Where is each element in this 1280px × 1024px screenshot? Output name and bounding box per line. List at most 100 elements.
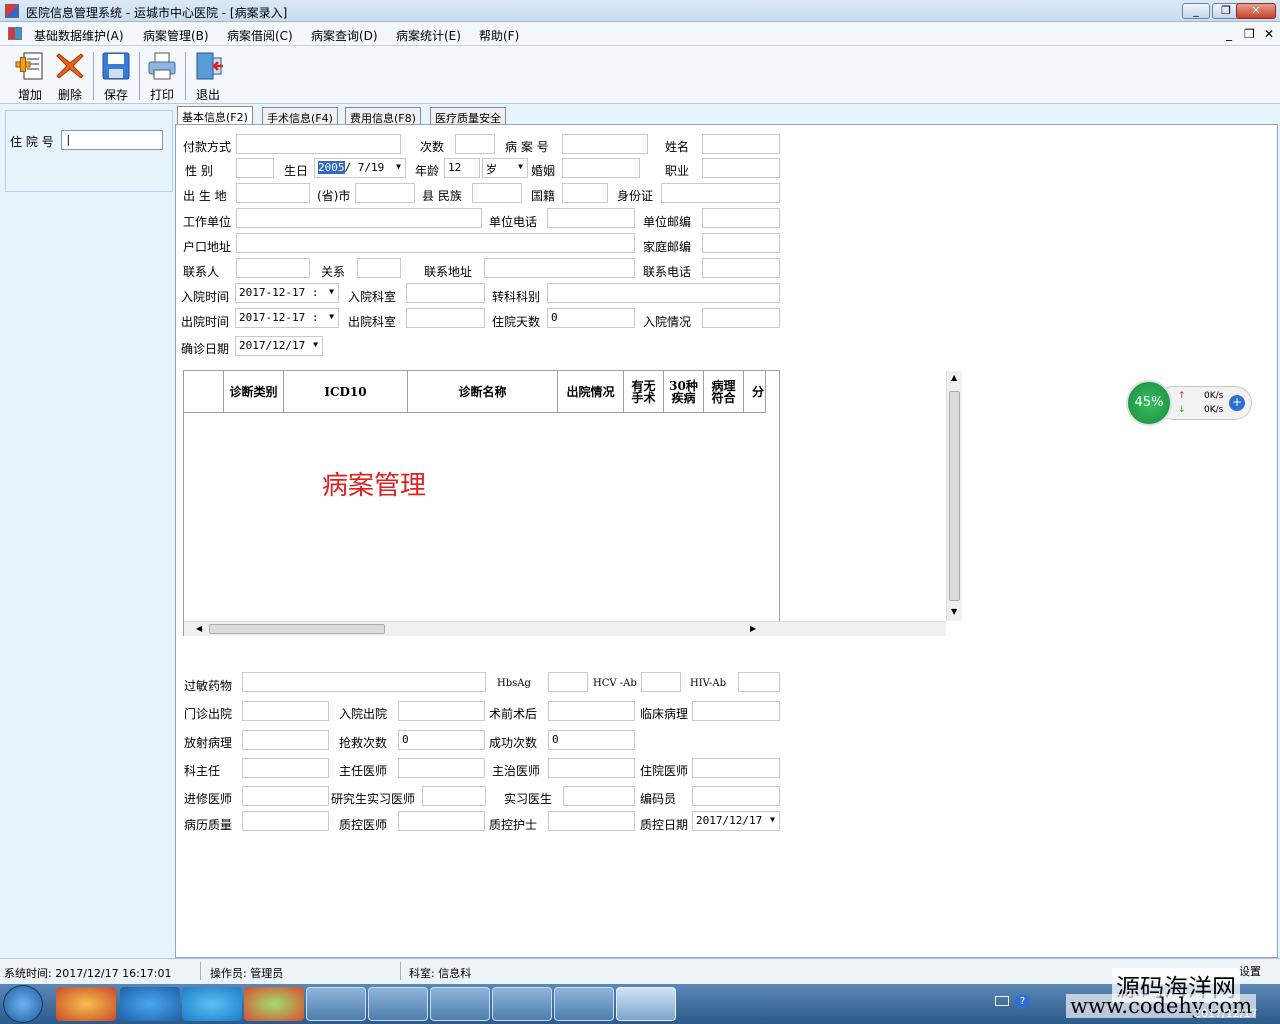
vertical-scroll-thumb[interactable] <box>949 391 960 601</box>
hbsag-input[interactable] <box>548 672 588 692</box>
qc-nurse-input[interactable] <box>548 811 635 831</box>
grid-vertical-scrollbar[interactable]: ▲ ▼ <box>946 371 962 621</box>
relation-input[interactable] <box>357 258 401 278</box>
hcv-input[interactable] <box>641 672 681 692</box>
tab-basic-info[interactable]: 基本信息(F2) <box>177 106 253 125</box>
attending-input[interactable] <box>548 758 635 778</box>
scroll-right-icon[interactable]: ▶ <box>750 624 756 633</box>
hiv-input[interactable] <box>738 672 780 692</box>
times-input[interactable] <box>455 134 495 154</box>
intern-input[interactable] <box>563 786 635 806</box>
success-input[interactable]: 0 <box>548 730 635 750</box>
child-close-icon[interactable]: ✕ <box>1264 27 1274 41</box>
age-input[interactable]: 12 <box>444 158 480 178</box>
nationality-input[interactable] <box>562 183 608 203</box>
exit-button[interactable]: 退出 <box>186 50 230 102</box>
tab-fee-info[interactable]: 费用信息(F8) <box>345 107 421 125</box>
menu-case-management[interactable]: 病案管理(B) <box>143 27 209 44</box>
grid-header-more[interactable]: 分 <box>744 371 766 413</box>
discharge-time-picker[interactable]: 2017-12-17 : ▼ <box>235 308 339 328</box>
taskbar-app-6[interactable] <box>368 987 428 1021</box>
case-no-input[interactable] <box>562 134 648 154</box>
tab-quality-safety[interactable]: 医疗质量安全 <box>430 107 506 125</box>
op-dis-input[interactable] <box>242 701 329 721</box>
admit-status-input[interactable] <box>702 308 780 328</box>
age-unit-select[interactable]: 岁 ▼ <box>482 158 528 178</box>
delete-button[interactable]: 删除 <box>48 50 92 102</box>
record-quality-input[interactable] <box>242 811 329 831</box>
taskbar-app-3[interactable] <box>182 987 242 1021</box>
taskbar-app-7[interactable] <box>430 987 490 1021</box>
minimize-button[interactable]: _ <box>1182 3 1210 19</box>
unit-postcode-input[interactable] <box>702 208 780 228</box>
transfer-dept-input[interactable] <box>547 283 780 303</box>
grid-header-discharge-status[interactable]: 出院情况 <box>558 371 624 413</box>
contact-input[interactable] <box>236 258 310 278</box>
rescue-input[interactable]: 0 <box>398 730 485 750</box>
contact-address-input[interactable] <box>484 258 635 278</box>
taskbar-app-active[interactable] <box>616 987 676 1021</box>
marriage-input[interactable] <box>562 158 640 178</box>
contact-phone-input[interactable] <box>702 258 780 278</box>
tab-surgery-info[interactable]: 手术信息(F4) <box>262 107 338 125</box>
horizontal-scroll-thumb[interactable] <box>209 624 385 634</box>
close-button[interactable]: ✕ <box>1236 3 1276 19</box>
admit-dept-input[interactable] <box>406 283 485 303</box>
taskbar-app-9[interactable] <box>554 987 614 1021</box>
admission-no-input[interactable]: | <box>61 130 163 150</box>
taskbar-app-4[interactable] <box>244 987 304 1021</box>
menu-case-query[interactable]: 病案查询(D) <box>311 27 378 44</box>
scroll-down-icon[interactable]: ▼ <box>951 607 957 616</box>
qc-doctor-input[interactable] <box>398 811 485 831</box>
grid-header-diagnosis-type[interactable]: 诊断类别 <box>224 371 284 413</box>
occupation-input[interactable] <box>702 158 780 178</box>
save-button[interactable]: 保存 <box>94 50 138 102</box>
grid-header-has-surgery[interactable]: 有无手术 <box>624 371 664 413</box>
menu-help[interactable]: 帮助(F) <box>479 27 519 44</box>
grad-intern-input[interactable] <box>422 786 486 806</box>
menu-case-borrow[interactable]: 病案借阅(C) <box>227 27 293 44</box>
rad-path-input[interactable] <box>242 730 329 750</box>
scroll-up-icon[interactable]: ▲ <box>951 373 957 382</box>
allergy-input[interactable] <box>242 672 486 692</box>
diagnosis-date-picker[interactable]: 2017/12/17 ▼ <box>235 336 323 356</box>
home-postcode-input[interactable] <box>702 233 780 253</box>
taskbar-app-1[interactable] <box>56 987 116 1021</box>
scroll-left-icon[interactable]: ◀ <box>196 624 202 633</box>
network-speed-widget[interactable]: 45% ↑ 0K/s ↓ 0K/s + <box>1126 380 1252 426</box>
work-unit-input[interactable] <box>236 208 482 228</box>
stay-days-input[interactable]: 0 <box>547 308 635 328</box>
birthplace-city-input[interactable] <box>355 183 415 203</box>
birthplace-province-input[interactable] <box>236 183 310 203</box>
trainee-input[interactable] <box>242 786 329 806</box>
help-icon[interactable]: ? <box>1015 994 1030 1009</box>
add-button[interactable]: 增加 <box>8 50 52 102</box>
grid-header-diagnosis-name[interactable]: 诊断名称 <box>408 371 558 413</box>
settings-button[interactable]: 设置 <box>1239 963 1261 979</box>
sex-input[interactable] <box>236 158 274 178</box>
pre-post-input[interactable] <box>548 701 635 721</box>
admit-time-picker[interactable]: 2017-12-17 : ▼ <box>235 283 339 303</box>
print-button[interactable]: 打印 <box>140 50 184 102</box>
grid-header-icd10[interactable]: ICD10 <box>284 371 408 413</box>
ethnicity-input[interactable] <box>472 183 522 203</box>
qc-date-picker[interactable]: 2017/12/17 ▼ <box>692 811 780 831</box>
payment-method-input[interactable] <box>236 134 401 154</box>
attending-chief-input[interactable] <box>398 758 485 778</box>
grid-header-30-diseases[interactable]: 30种疾病 <box>664 371 704 413</box>
taskbar-app-2[interactable] <box>120 987 180 1021</box>
discharge-dept-input[interactable] <box>406 308 485 328</box>
taskbar-app-8[interactable] <box>492 987 552 1021</box>
menu-basic-data[interactable]: 基础数据维护(A) <box>34 27 124 44</box>
plus-icon[interactable]: + <box>1229 395 1245 411</box>
clin-path-input[interactable] <box>692 701 780 721</box>
child-restore-icon[interactable]: ❐ <box>1244 27 1255 41</box>
birthday-picker[interactable]: 2005/ 7/19 ▼ <box>314 158 406 178</box>
unit-phone-input[interactable] <box>547 208 635 228</box>
taskbar-folder[interactable] <box>306 987 366 1021</box>
resident-input[interactable] <box>692 758 780 778</box>
diagnosis-grid[interactable]: 诊断类别 ICD10 诊断名称 出院情况 有无手术 30种疾病 病理符合 分 病… <box>183 370 962 636</box>
start-button[interactable] <box>3 985 43 1023</box>
grid-header-pathology-match[interactable]: 病理符合 <box>704 371 744 413</box>
residence-input[interactable] <box>236 233 635 253</box>
